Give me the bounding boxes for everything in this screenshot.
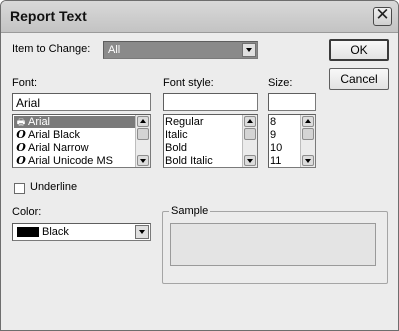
item-to-change-value: All xyxy=(108,44,121,56)
font-style-input[interactable] xyxy=(163,93,258,111)
sample-groupbox: Sample xyxy=(162,205,388,284)
underline-checkbox[interactable] xyxy=(14,183,25,194)
font-name: Arial Unicode MS xyxy=(28,155,113,167)
underline-label[interactable]: Underline xyxy=(30,181,77,193)
scroll-up-icon[interactable] xyxy=(244,116,256,127)
opentype-font-icon: O xyxy=(16,141,26,154)
sample-label: Sample xyxy=(169,205,211,217)
scroll-up-icon[interactable] xyxy=(137,116,149,127)
list-item[interactable]: 10 xyxy=(270,142,282,154)
item-to-change-dropdown[interactable]: All xyxy=(103,41,258,59)
list-item[interactable]: 9 xyxy=(270,129,276,141)
font-input[interactable]: Arial xyxy=(12,93,151,111)
list-item[interactable]: Regular xyxy=(165,116,204,128)
color-dropdown[interactable]: Black xyxy=(12,223,151,241)
font-name: Arial Black xyxy=(28,129,80,141)
scroll-down-icon[interactable] xyxy=(302,155,314,166)
report-text-dialog: Report Text ✕ Item to Change: All OK Can… xyxy=(0,0,399,331)
scroll-up-icon[interactable] xyxy=(302,116,314,127)
scroll-down-icon[interactable] xyxy=(244,155,256,166)
scroll-thumb[interactable] xyxy=(137,128,149,140)
color-swatch xyxy=(17,227,39,237)
font-input-value: Arial xyxy=(16,96,41,110)
scroll-down-icon[interactable] xyxy=(137,155,149,166)
size-input[interactable] xyxy=(268,93,316,111)
color-label: Color: xyxy=(12,206,42,218)
color-value: Black xyxy=(42,226,69,238)
size-list[interactable]: 8 9 10 11 xyxy=(268,114,316,168)
font-name: Arial xyxy=(28,116,51,128)
chevron-down-icon[interactable] xyxy=(242,43,256,57)
list-item[interactable]: Bold Italic xyxy=(165,155,213,167)
item-to-change-label: Item to Change: xyxy=(12,43,91,55)
font-style-list-scrollbar[interactable] xyxy=(242,115,257,167)
title-bar[interactable]: Report Text ✕ xyxy=(1,1,398,33)
scroll-thumb[interactable] xyxy=(302,128,314,140)
list-item[interactable]: 8 xyxy=(270,116,276,128)
list-item[interactable]: O Arial Unicode MS xyxy=(14,154,113,168)
size-list-scrollbar[interactable] xyxy=(300,115,315,167)
list-item[interactable]: O Arial Narrow xyxy=(14,141,89,155)
font-name: Arial Narrow xyxy=(28,142,89,154)
font-label: Font: xyxy=(12,77,38,89)
opentype-font-icon: O xyxy=(16,128,26,141)
list-item[interactable]: O Arial Black xyxy=(14,128,80,142)
close-button[interactable]: ✕ xyxy=(373,5,392,26)
font-style-list[interactable]: Regular Italic Bold Bold Italic xyxy=(163,114,258,168)
list-item[interactable]: 11 xyxy=(270,155,281,167)
chevron-down-icon[interactable] xyxy=(135,225,149,239)
cancel-button[interactable]: Cancel xyxy=(329,68,389,90)
opentype-font-icon: O xyxy=(16,154,26,167)
list-item[interactable]: Italic xyxy=(165,129,188,141)
font-style-label: Font style: xyxy=(163,77,214,89)
ok-button[interactable]: OK xyxy=(329,39,389,61)
font-list-scrollbar[interactable] xyxy=(135,115,150,167)
dialog-title: Report Text xyxy=(10,8,87,24)
font-list[interactable]: 🖶 Arial O Arial Black O Arial Narrow O Arial… xyxy=(12,114,151,168)
list-item[interactable]: Bold xyxy=(165,142,187,154)
sample-preview xyxy=(170,223,376,266)
close-icon: ✕ xyxy=(375,5,390,24)
list-item[interactable]: 🖶 Arial xyxy=(14,116,135,128)
size-label: Size: xyxy=(268,77,293,89)
scroll-thumb[interactable] xyxy=(244,128,256,140)
